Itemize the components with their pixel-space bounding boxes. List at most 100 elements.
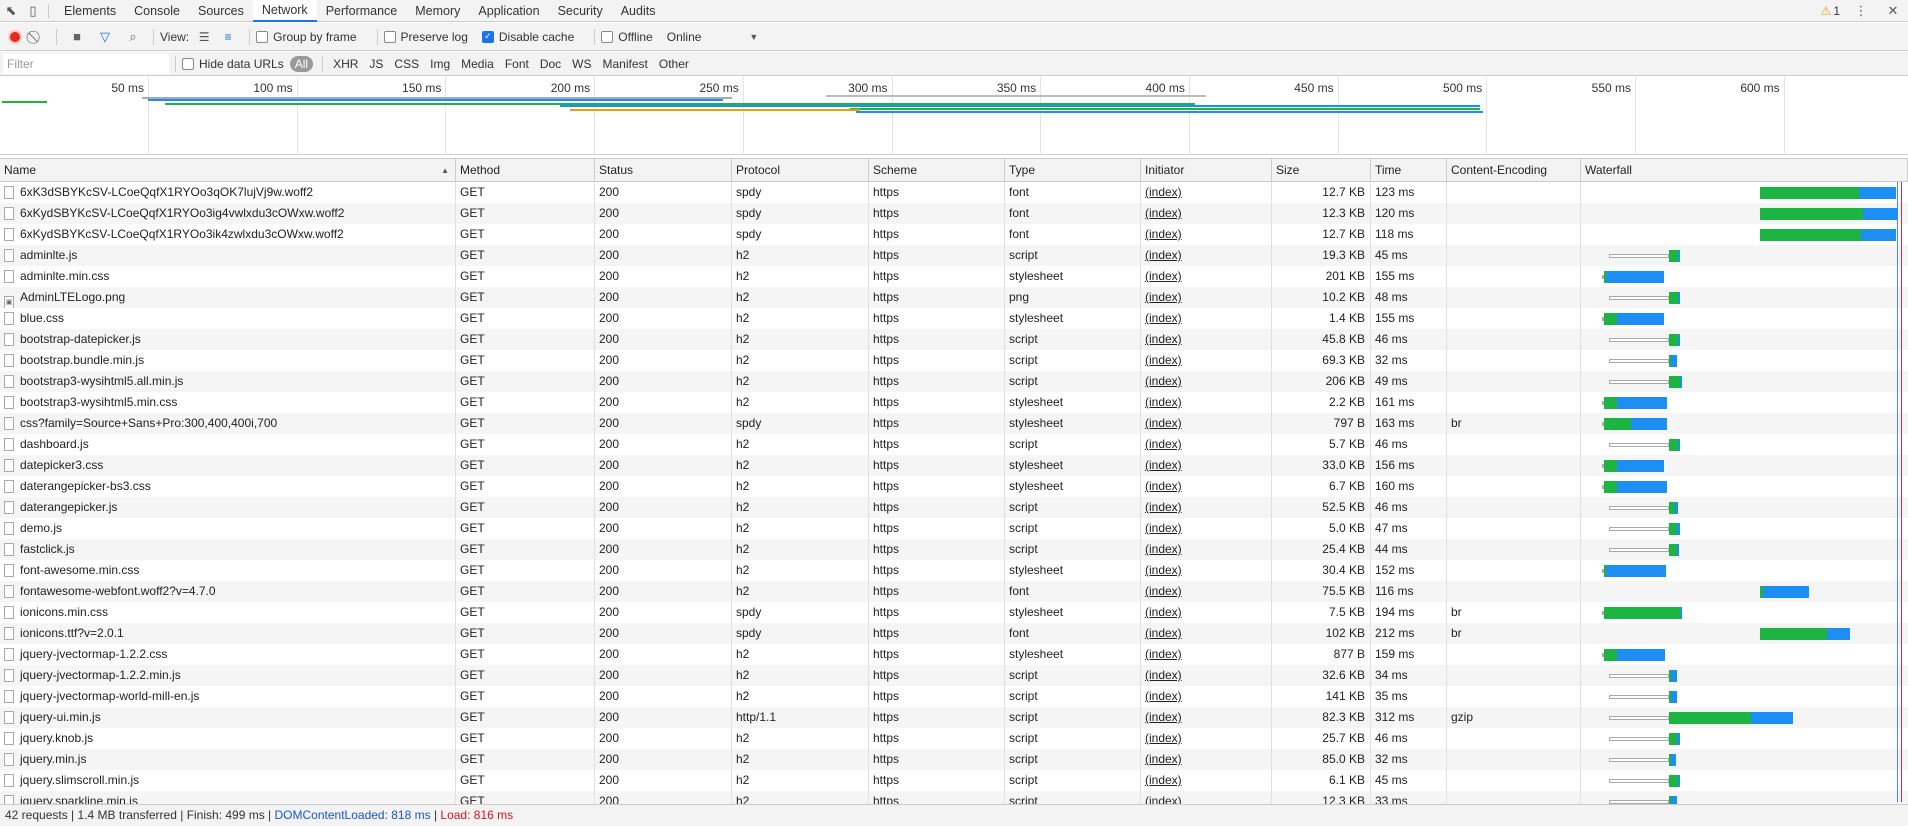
type-filter-other[interactable]: Other	[655, 57, 693, 71]
table-row[interactable]: dashboard.js GET 200 h2 https script (index) 5.…	[0, 434, 1908, 455]
tab-audits[interactable]: Audits	[612, 0, 665, 22]
overview-waterfall-icon[interactable]: ≡	[219, 30, 237, 44]
table-row[interactable]: bootstrap3-wysihtml5.all.min.js GET 200 h2 h…	[0, 371, 1908, 392]
table-row[interactable]: bootstrap.bundle.min.js GET 200 h2 https scri…	[0, 350, 1908, 371]
warnings-badge[interactable]: ⚠ 1	[1821, 4, 1840, 18]
cell-initiator[interactable]: (index)	[1141, 287, 1272, 308]
table-row[interactable]: jquery-jvectormap-world-mill-en.js GET 200…	[0, 686, 1908, 707]
table-row[interactable]: jquery.min.js GET 200 h2 https script (index) 8…	[0, 749, 1908, 770]
cell-initiator[interactable]: (index)	[1141, 560, 1272, 581]
network-overview-timeline[interactable]: 50 ms 100 ms 150 ms 200 ms 250 ms 300 ms 350 m…	[0, 77, 1908, 155]
table-row[interactable]: jquery.sparkline.min.js GET 200 h2 https scri…	[0, 791, 1908, 804]
cell-initiator[interactable]: (index)	[1141, 770, 1272, 791]
offline-checkbox[interactable]: Offline	[601, 30, 653, 44]
cell-initiator[interactable]: (index)	[1141, 245, 1272, 266]
tab-network[interactable]: Network	[252, 0, 317, 22]
type-filter-manifest[interactable]: Manifest	[599, 57, 652, 71]
table-row[interactable]: blue.css GET 200 h2 https stylesheet (index) 1.…	[0, 308, 1908, 329]
table-row[interactable]: 6xKydSBYKcSV-LCoeQqfX1RYOo3ig4vwlxdu3cOW…	[0, 203, 1908, 224]
table-row[interactable]: 6xKydSBYKcSV-LCoeQqfX1RYOo3ik4zwlxdu3cOW…	[0, 224, 1908, 245]
table-row[interactable]: adminlte.min.css GET 200 h2 https stylesheet (…	[0, 266, 1908, 287]
type-filter-ws[interactable]: WS	[568, 57, 595, 71]
cell-name[interactable]: bootstrap-datepicker.js	[0, 329, 456, 350]
table-row[interactable]: jquery.knob.js GET 200 h2 https script (index)…	[0, 728, 1908, 749]
cell-name[interactable]: demo.js	[0, 518, 456, 539]
cell-initiator[interactable]: (index)	[1141, 350, 1272, 371]
filter-icon[interactable]: ▽	[91, 26, 119, 48]
table-row[interactable]: adminlte.js GET 200 h2 https script (index) 19.…	[0, 245, 1908, 266]
cell-name[interactable]: ionicons.ttf?v=2.0.1	[0, 623, 456, 644]
cell-name[interactable]: jquery-ui.min.js	[0, 707, 456, 728]
column-header-status[interactable]: Status	[595, 159, 732, 182]
cell-name[interactable]: daterangepicker-bs3.css	[0, 476, 456, 497]
column-header-type[interactable]: Type	[1005, 159, 1141, 182]
cell-initiator[interactable]: (index)	[1141, 224, 1272, 245]
cell-initiator[interactable]: (index)	[1141, 413, 1272, 434]
cell-initiator[interactable]: (index)	[1141, 686, 1272, 707]
tab-security[interactable]: Security	[549, 0, 612, 22]
table-row[interactable]: demo.js GET 200 h2 https script (index) 5.0 KB 4…	[0, 518, 1908, 539]
table-row[interactable]: fastclick.js GET 200 h2 https script (index) 25…	[0, 539, 1908, 560]
table-row[interactable]: jquery-jvectormap-1.2.2.css GET 200 h2 https…	[0, 644, 1908, 665]
cell-initiator[interactable]: (index)	[1141, 707, 1272, 728]
table-row[interactable]: ionicons.ttf?v=2.0.1 GET 200 spdy https font (…	[0, 623, 1908, 644]
cell-name[interactable]: 6xK3dSBYKcSV-LCoeQqfX1RYOo3qOK7lujVj9w.w…	[0, 182, 456, 203]
cell-name[interactable]: jquery.slimscroll.min.js	[0, 770, 456, 791]
cell-initiator[interactable]: (index)	[1141, 602, 1272, 623]
column-header-protocol[interactable]: Protocol	[732, 159, 869, 182]
filter-input[interactable]	[3, 53, 169, 74]
cell-initiator[interactable]: (index)	[1141, 392, 1272, 413]
table-row[interactable]: bootstrap-datepicker.js GET 200 h2 https scri…	[0, 329, 1908, 350]
device-toolbar-icon[interactable]: ▯	[22, 0, 44, 22]
cell-initiator[interactable]: (index)	[1141, 329, 1272, 350]
table-row[interactable]: ▣ AdminLTELogo.png GET 200 h2 https png (index)…	[0, 287, 1908, 308]
table-row[interactable]: jquery-jvectormap-1.2.2.min.js GET 200 h2 ht…	[0, 665, 1908, 686]
throttling-select[interactable]: Online ▼	[667, 30, 759, 44]
more-options-icon[interactable]: ⋮	[1850, 0, 1872, 22]
cell-name[interactable]: jquery.min.js	[0, 749, 456, 770]
type-filter-all[interactable]: All	[289, 55, 314, 72]
cell-name[interactable]: jquery-jvectormap-1.2.2.min.js	[0, 665, 456, 686]
preserve-log-checkbox[interactable]: Preserve log	[383, 30, 468, 44]
table-row[interactable]: ionicons.min.css GET 200 spdy https styleshee…	[0, 602, 1908, 623]
cell-name[interactable]: dashboard.js	[0, 434, 456, 455]
group-by-frame-checkbox[interactable]: Group by frame	[256, 30, 357, 44]
cell-name[interactable]: bootstrap.bundle.min.js	[0, 350, 456, 371]
hide-data-urls-checkbox[interactable]: Hide data URLs	[182, 57, 284, 71]
column-header-time[interactable]: Time	[1371, 159, 1447, 182]
table-row[interactable]: jquery.slimscroll.min.js GET 200 h2 https scr…	[0, 770, 1908, 791]
table-row[interactable]: 6xK3dSBYKcSV-LCoeQqfX1RYOo3qOK7lujVj9w.w…	[0, 182, 1908, 203]
cell-name[interactable]: 6xKydSBYKcSV-LCoeQqfX1RYOo3ik4zwlxdu3cOW…	[0, 224, 456, 245]
type-filter-img[interactable]: Img	[426, 57, 454, 71]
table-row[interactable]: daterangepicker.js GET 200 h2 https script (in…	[0, 497, 1908, 518]
type-filter-xhr[interactable]: XHR	[329, 57, 362, 71]
column-header-encoding[interactable]: Content-Encoding	[1447, 159, 1581, 182]
capture-screenshots-icon[interactable]: ■	[63, 26, 91, 48]
cell-initiator[interactable]: (index)	[1141, 308, 1272, 329]
clear-icon[interactable]: ⃠	[22, 26, 50, 48]
table-row[interactable]: daterangepicker-bs3.css GET 200 h2 https styl…	[0, 476, 1908, 497]
cell-name[interactable]: fontawesome-webfont.woff2?v=4.7.0	[0, 581, 456, 602]
cell-name[interactable]: 6xKydSBYKcSV-LCoeQqfX1RYOo3ig4vwlxdu3cOW…	[0, 203, 456, 224]
cell-name[interactable]: fastclick.js	[0, 539, 456, 560]
cell-initiator[interactable]: (index)	[1141, 623, 1272, 644]
column-header-size[interactable]: Size	[1272, 159, 1371, 182]
cell-initiator[interactable]: (index)	[1141, 539, 1272, 560]
tab-console[interactable]: Console	[125, 0, 189, 22]
disable-cache-checkbox[interactable]: ✓ Disable cache	[481, 30, 574, 44]
cell-name[interactable]: jquery.knob.js	[0, 728, 456, 749]
cell-initiator[interactable]: (index)	[1141, 665, 1272, 686]
column-header-name[interactable]: Name ▲	[0, 159, 456, 182]
cell-initiator[interactable]: (index)	[1141, 581, 1272, 602]
cell-name[interactable]: bootstrap3-wysihtml5.all.min.js	[0, 371, 456, 392]
type-filter-font[interactable]: Font	[501, 57, 533, 71]
cell-initiator[interactable]: (index)	[1141, 266, 1272, 287]
type-filter-js[interactable]: JS	[365, 57, 387, 71]
table-row[interactable]: jquery-ui.min.js GET 200 http/1.1 https scrip…	[0, 707, 1908, 728]
cell-initiator[interactable]: (index)	[1141, 791, 1272, 804]
cell-name[interactable]: ▣ AdminLTELogo.png	[0, 287, 456, 308]
cell-initiator[interactable]: (index)	[1141, 371, 1272, 392]
type-filter-css[interactable]: CSS	[390, 57, 423, 71]
cell-name[interactable]: ionicons.min.css	[0, 602, 456, 623]
search-icon[interactable]: ⌕	[119, 26, 147, 48]
